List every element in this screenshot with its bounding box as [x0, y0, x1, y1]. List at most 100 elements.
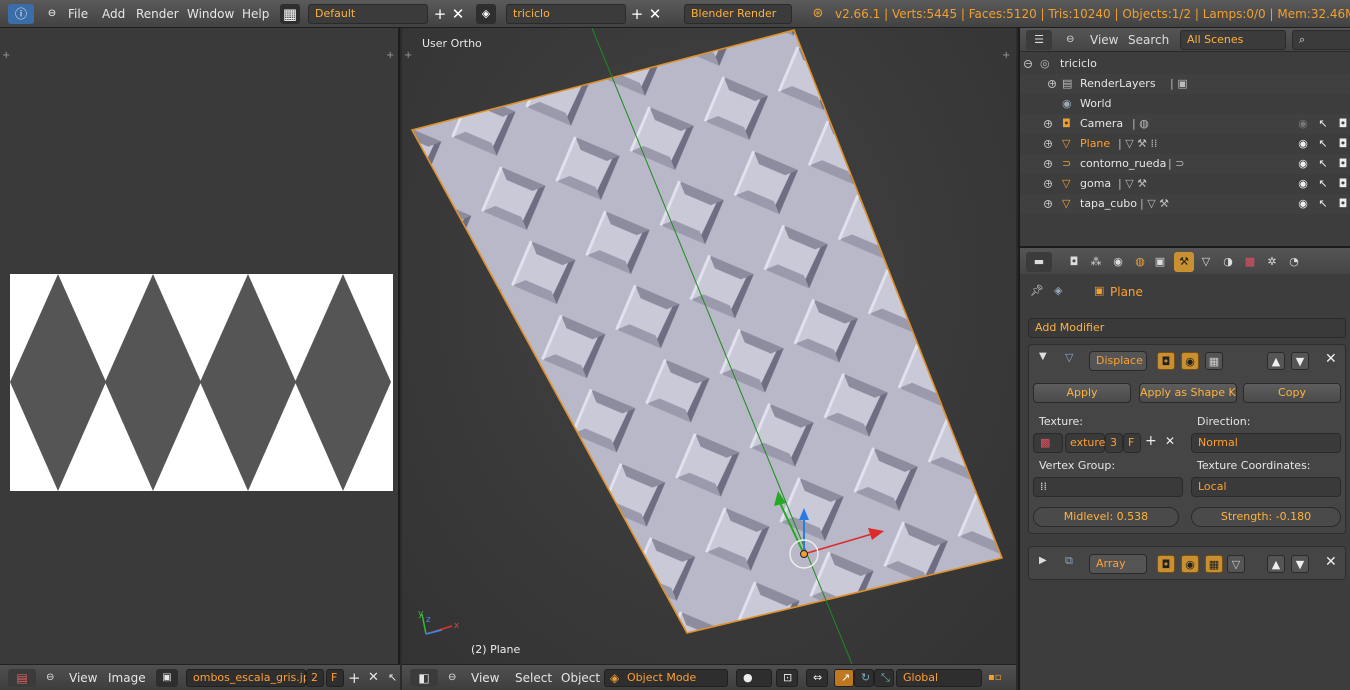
menu-help[interactable]: Help: [242, 4, 269, 24]
collapse-menu-icon[interactable]: ⊖: [42, 4, 62, 24]
image-name-field[interactable]: ombos_escala_gris.jpg: [186, 669, 317, 687]
layers-icon[interactable]: ▪▫: [988, 669, 1002, 687]
outliner-row-camera[interactable]: + ◘ Camera | ◍ ◉ ↖ ◘: [1020, 114, 1350, 134]
apply-button[interactable]: Apply: [1033, 383, 1131, 403]
select-arrow-icon[interactable]: ↖: [1316, 174, 1330, 194]
visibility-eye-icon[interactable]: ◉: [1296, 114, 1310, 134]
menu-search[interactable]: Search: [1128, 30, 1169, 50]
outliner-row-scene[interactable]: − ◎ triciclo: [1020, 54, 1350, 74]
tab-data[interactable]: ▽: [1196, 252, 1216, 272]
pin-icon[interactable]: ↖: [388, 669, 397, 687]
tab-object[interactable]: ▣: [1150, 252, 1170, 272]
collapse-icon[interactable]: −: [1024, 60, 1032, 68]
collapse-menu-icon-img[interactable]: ⊖: [46, 669, 54, 687]
visibility-eye-icon[interactable]: ◉: [1296, 194, 1310, 214]
array-move-up-icon[interactable]: ▲: [1267, 555, 1285, 573]
array-remove-icon[interactable]: ✕: [1325, 554, 1337, 570]
scene-icon[interactable]: ◈: [476, 4, 496, 24]
rotate-icon[interactable]: ↻: [854, 669, 874, 687]
menu-window[interactable]: Window: [187, 4, 234, 24]
expand-icon[interactable]: +: [1044, 200, 1052, 208]
expand-icon[interactable]: +: [1044, 160, 1052, 168]
delete-screen-icon[interactable]: ✕: [448, 4, 468, 24]
modifier-name-field[interactable]: Displace: [1089, 351, 1147, 371]
texture-fake-user[interactable]: F: [1123, 433, 1141, 453]
render-camera-icon[interactable]: ◘: [1336, 114, 1350, 134]
apply-as-shape-button[interactable]: Apply as Shape Ke: [1139, 383, 1237, 403]
menu-file[interactable]: File: [68, 4, 88, 24]
array-editmode-toggle-icon[interactable]: ▦: [1205, 555, 1223, 573]
tab-render[interactable]: ◘: [1064, 252, 1084, 272]
area-split-icon-right[interactable]: +: [386, 50, 394, 61]
new-image-icon[interactable]: +: [348, 669, 361, 687]
viewport-editor-icon[interactable]: ◧: [410, 669, 438, 687]
array-viewport-toggle-icon[interactable]: ◉: [1181, 555, 1199, 573]
menu-image[interactable]: Image: [108, 669, 146, 687]
unlink-texture-icon[interactable]: ✕: [1165, 434, 1175, 448]
menu-object[interactable]: Object: [561, 669, 600, 687]
menu-view-vp[interactable]: View: [471, 669, 499, 687]
manipulator-toggle-icon[interactable]: ⇔: [806, 669, 828, 687]
screen-layout-field[interactable]: Default: [308, 4, 428, 24]
move-down-icon[interactable]: ▼: [1291, 352, 1309, 370]
outliner-row-tapa[interactable]: + ▽ tapa_cubo | ▽ ⚒ ◉ ↖ ◘: [1020, 194, 1350, 214]
screen-layout-icon[interactable]: ▦: [280, 4, 300, 24]
plane-mesh[interactable]: x y z: [402, 28, 1016, 664]
select-arrow-icon[interactable]: ↖: [1316, 154, 1330, 174]
midlevel-slider[interactable]: Midlevel: 0.538: [1033, 507, 1179, 527]
render-toggle-icon[interactable]: ◘: [1157, 352, 1175, 370]
unlink-image-icon[interactable]: ✕: [368, 669, 379, 687]
select-arrow-icon[interactable]: ↖: [1316, 194, 1330, 214]
remove-modifier-icon[interactable]: ✕: [1325, 351, 1337, 367]
move-up-icon[interactable]: ▲: [1267, 352, 1285, 370]
tab-texture[interactable]: ▩: [1240, 252, 1260, 272]
scene-field[interactable]: triciclo: [506, 4, 626, 24]
collapse-triangle-icon[interactable]: ▼: [1039, 351, 1047, 362]
direction-dropdown[interactable]: Normal: [1191, 433, 1341, 453]
add-scene-icon[interactable]: +: [627, 4, 647, 24]
expand-triangle-icon[interactable]: ▶: [1039, 555, 1047, 566]
expand-icon[interactable]: +: [1044, 180, 1052, 188]
vertex-group-field[interactable]: ⁞⁞: [1033, 477, 1183, 497]
add-screen-icon[interactable]: +: [430, 4, 450, 24]
outliner-row-renderlayers[interactable]: + ▤ RenderLayers | ▣: [1020, 74, 1350, 94]
texture-browse-icon[interactable]: ▩: [1033, 433, 1063, 453]
array-name-field[interactable]: Array: [1089, 554, 1147, 574]
copy-button[interactable]: Copy: [1243, 383, 1341, 403]
scale-icon[interactable]: ⤡: [874, 669, 894, 687]
image-fake-user[interactable]: F: [326, 669, 344, 687]
viewport-toggle-icon[interactable]: ◉: [1181, 352, 1199, 370]
texture-users[interactable]: 3: [1105, 433, 1123, 453]
pin-icon-props[interactable]: 📌︎: [1030, 284, 1044, 297]
expand-icon[interactable]: +: [1044, 140, 1052, 148]
tab-render-layers[interactable]: ⁂: [1086, 252, 1106, 272]
collapse-menu-icon-vp[interactable]: ⊖: [448, 669, 456, 687]
shading-dropdown[interactable]: ●: [736, 669, 772, 687]
expand-icon[interactable]: +: [1044, 120, 1052, 128]
render-camera-icon[interactable]: ◘: [1336, 194, 1350, 214]
tab-modifiers[interactable]: ⚒: [1174, 252, 1194, 272]
display-mode-dropdown[interactable]: All Scenes: [1180, 30, 1286, 50]
search-field[interactable]: ⌕: [1292, 30, 1350, 50]
render-engine-dropdown[interactable]: Blender Render: [684, 4, 792, 24]
tab-material[interactable]: ◑: [1218, 252, 1238, 272]
delete-scene-icon[interactable]: ✕: [645, 4, 665, 24]
outliner-row-goma[interactable]: + ▽ goma | ▽ ⚒ ◉ ↖ ◘: [1020, 174, 1350, 194]
texture-coordinates-dropdown[interactable]: Local: [1191, 477, 1341, 497]
image-users[interactable]: 2: [306, 669, 324, 687]
area-split-icon[interactable]: +: [2, 50, 10, 61]
orientation-dropdown[interactable]: Global: [896, 669, 982, 687]
tab-world[interactable]: ◍: [1130, 252, 1150, 272]
editor-type-icon[interactable]: ▤: [8, 669, 36, 687]
select-arrow-icon[interactable]: ↖: [1316, 114, 1330, 134]
new-texture-icon[interactable]: +: [1145, 433, 1157, 449]
array-render-toggle-icon[interactable]: ◘: [1157, 555, 1175, 573]
visibility-eye-icon[interactable]: ◉: [1296, 134, 1310, 154]
visibility-eye-icon[interactable]: ◉: [1296, 174, 1310, 194]
outliner-row-contorno[interactable]: + ⊃ contorno_rueda | ⊃ ◉ ↖ ◘: [1020, 154, 1350, 174]
menu-view-out[interactable]: View: [1090, 30, 1118, 50]
array-cage-toggle-icon[interactable]: ▽: [1227, 555, 1245, 573]
render-camera-icon[interactable]: ◘: [1336, 174, 1350, 194]
render-camera-icon[interactable]: ◘: [1336, 134, 1350, 154]
render-camera-icon[interactable]: ◘: [1336, 154, 1350, 174]
